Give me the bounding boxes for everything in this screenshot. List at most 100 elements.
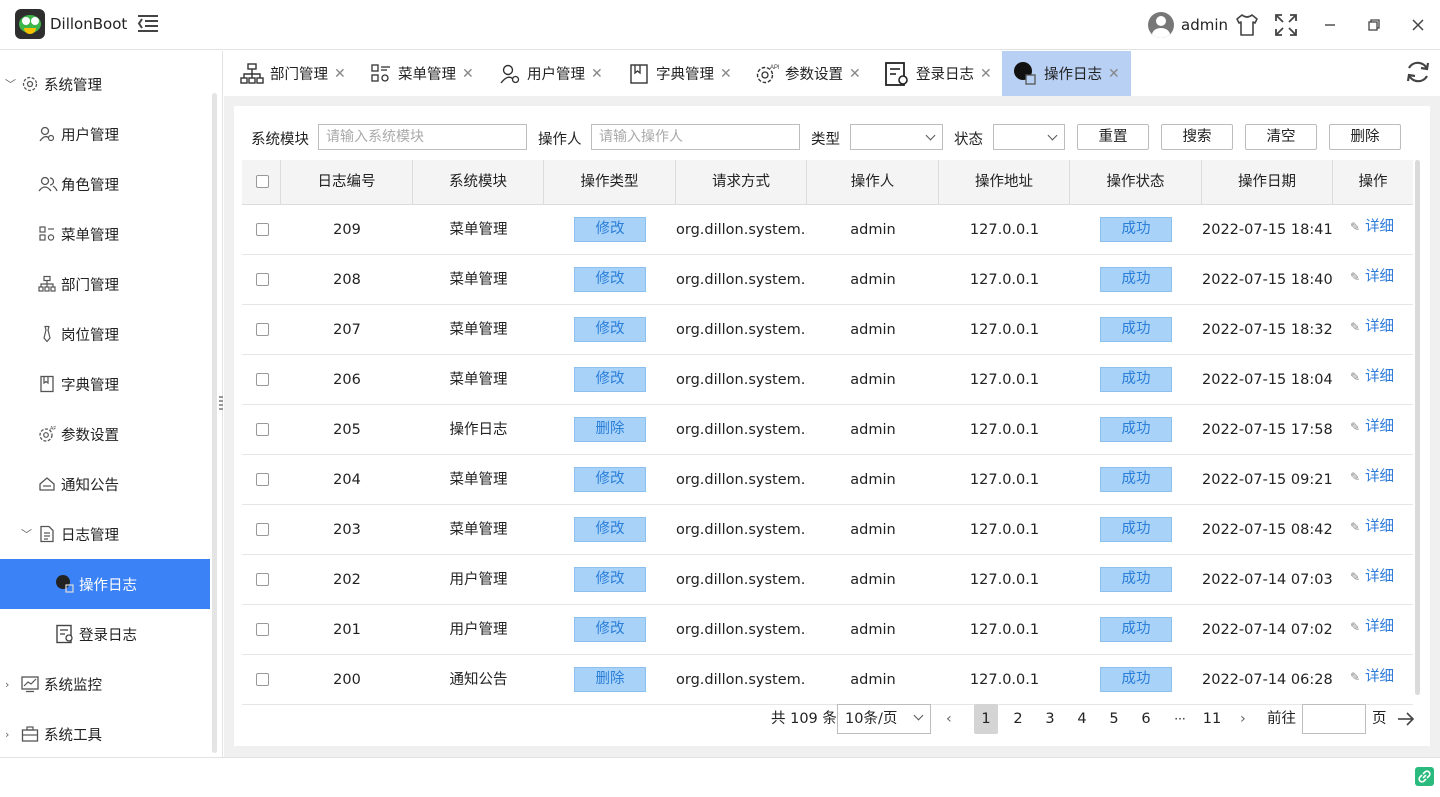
sidebar-resize-handle[interactable] (219, 396, 223, 412)
column-header[interactable]: 操作状态 (1070, 160, 1202, 205)
column-header[interactable]: 请求方式 (676, 160, 807, 205)
menu-toggle-icon[interactable] (134, 10, 162, 38)
type-select[interactable] (850, 124, 943, 150)
detail-link[interactable]: ✎ 详细 (1350, 405, 1394, 450)
table-row[interactable]: 200 通知公告 删除 org.dillon.system.... admin 127.0… (242, 655, 1413, 705)
user-menu[interactable]: admin (1148, 9, 1228, 41)
detail-link[interactable]: ✎ 详细 (1350, 205, 1394, 250)
delete-button[interactable]: 删除 (1329, 124, 1401, 150)
table-row[interactable]: 203 菜单管理 修改 org.dillon.system.... admin 127.0… (242, 505, 1413, 555)
page-number[interactable]: 3 (1038, 704, 1062, 734)
module-filter-input[interactable]: 请输入系统模块 (318, 124, 527, 150)
prev-page-icon[interactable]: ‹ (946, 704, 952, 734)
sidebar-item-posts[interactable]: 岗位管理 (0, 309, 210, 359)
theme-shirt-icon[interactable] (1234, 12, 1260, 38)
column-header[interactable]: 操作地址 (939, 160, 1070, 205)
table-scrollbar[interactable] (1415, 160, 1420, 695)
close-icon[interactable]: ✕ (334, 66, 346, 82)
detail-link[interactable]: ✎ 详细 (1350, 605, 1394, 650)
close-icon[interactable]: ✕ (720, 66, 732, 82)
link-icon[interactable] (1415, 767, 1434, 786)
close-icon[interactable]: ✕ (1108, 66, 1120, 82)
detail-link[interactable]: ✎ 详细 (1350, 355, 1394, 400)
row-checkbox[interactable] (256, 573, 269, 586)
row-checkbox[interactable] (256, 523, 269, 536)
table-row[interactable]: 204 菜单管理 修改 org.dillon.system.... admin 127.0… (242, 455, 1413, 505)
goto-arrow-icon[interactable] (1396, 710, 1416, 728)
page-number[interactable]: 2 (1006, 704, 1030, 734)
column-header[interactable]: 操作 (1333, 160, 1413, 205)
select-all-checkbox[interactable] (256, 175, 269, 188)
row-checkbox[interactable] (256, 323, 269, 336)
page-size-select[interactable]: 10条/页 (837, 704, 931, 734)
sidebar-group-monitor[interactable]: › 系统监控 (0, 659, 210, 709)
column-header[interactable]: 操作类型 (544, 160, 676, 205)
next-page-icon[interactable]: › (1240, 704, 1246, 734)
column-header[interactable]: 操作人 (807, 160, 939, 205)
row-checkbox[interactable] (256, 273, 269, 286)
row-checkbox[interactable] (256, 673, 269, 686)
detail-link[interactable]: ✎ 详细 (1350, 455, 1394, 500)
page-number[interactable]: 1 (974, 704, 998, 734)
fullscreen-icon[interactable] (1273, 12, 1299, 38)
detail-link[interactable]: ✎ 详细 (1350, 655, 1394, 700)
page-number[interactable]: 5 (1102, 704, 1126, 734)
table-row[interactable]: 207 菜单管理 修改 org.dillon.system.... admin 127.0… (242, 305, 1413, 355)
sidebar-item-oper-log[interactable]: 操作日志 (0, 559, 210, 609)
tab-oper-log[interactable]: 操作日志 ✕ (1002, 51, 1131, 96)
close-window-icon[interactable] (1405, 12, 1431, 38)
sidebar-item-login-log[interactable]: 登录日志 (0, 609, 210, 659)
refresh-icon[interactable] (1404, 58, 1432, 86)
tab-login-log[interactable]: 登录日志 ✕ (884, 51, 992, 96)
column-header[interactable]: 操作日期 (1202, 160, 1333, 205)
row-checkbox[interactable] (256, 623, 269, 636)
sidebar-scrollbar[interactable] (212, 93, 217, 753)
sidebar-item-users[interactable]: 用户管理 (0, 109, 210, 159)
table-row[interactable]: 209 菜单管理 修改 org.dillon.system.... admin 127.0… (242, 205, 1413, 255)
sidebar-item-menus[interactable]: 菜单管理 (0, 209, 210, 259)
tab-user[interactable]: 用户管理 ✕ (499, 51, 603, 96)
column-header[interactable]: 系统模块 (413, 160, 544, 205)
close-icon[interactable]: ✕ (591, 66, 603, 82)
column-header[interactable]: 日志编号 (281, 160, 413, 205)
page-number[interactable]: 6 (1134, 704, 1158, 734)
detail-link[interactable]: ✎ 详细 (1350, 305, 1394, 350)
sidebar-item-dict[interactable]: 字典管理 (0, 359, 210, 409)
tab-config[interactable]: APP 参数设置 ✕ (755, 51, 861, 96)
clear-button[interactable]: 清空 (1245, 124, 1317, 150)
close-icon[interactable]: ✕ (980, 66, 992, 82)
sidebar-group-logs[interactable]: ﹀ 日志管理 (0, 509, 210, 559)
row-checkbox[interactable] (256, 223, 269, 236)
sidebar-item-depts[interactable]: 部门管理 (0, 259, 210, 309)
table-row[interactable]: 206 菜单管理 修改 org.dillon.system.... admin 127.0… (242, 355, 1413, 405)
page-number[interactable]: 11 (1200, 704, 1224, 734)
table-row[interactable]: 205 操作日志 删除 org.dillon.system.... admin 127.0… (242, 405, 1413, 455)
row-checkbox[interactable] (256, 473, 269, 486)
detail-link[interactable]: ✎ 详细 (1350, 255, 1394, 300)
restore-icon[interactable] (1361, 12, 1387, 38)
sidebar-item-notice[interactable]: 通知公告 (0, 459, 210, 509)
row-checkbox[interactable] (256, 373, 269, 386)
reset-button[interactable]: 重置 (1077, 124, 1149, 150)
table-row[interactable]: 202 用户管理 修改 org.dillon.system.... admin 127.0… (242, 555, 1413, 605)
operator-filter-input[interactable]: 请输入操作人 (591, 124, 800, 150)
goto-page-input[interactable] (1302, 704, 1366, 734)
table-row[interactable]: 208 菜单管理 修改 org.dillon.system.... admin 127.0… (242, 255, 1413, 305)
close-icon[interactable]: ✕ (849, 66, 861, 82)
row-checkbox[interactable] (256, 423, 269, 436)
close-icon[interactable]: ✕ (462, 66, 474, 82)
table-row[interactable]: 201 用户管理 修改 org.dillon.system.... admin 127.0… (242, 605, 1413, 655)
minimize-icon[interactable] (1317, 12, 1343, 38)
sidebar-group-system[interactable]: ﹀ 系统管理 (0, 59, 210, 109)
search-button[interactable]: 搜索 (1161, 124, 1233, 150)
sidebar-item-config[interactable]: APP 参数设置 (0, 409, 210, 459)
tab-dept[interactable]: 部门管理 ✕ (240, 51, 346, 96)
tab-menu[interactable]: 菜单管理 ✕ (370, 51, 474, 96)
page-ellipsis[interactable]: ··· (1168, 704, 1192, 734)
detail-link[interactable]: ✎ 详细 (1350, 555, 1394, 600)
sidebar-item-roles[interactable]: 角色管理 (0, 159, 210, 209)
tab-dict[interactable]: 字典管理 ✕ (628, 51, 732, 96)
page-number[interactable]: 4 (1070, 704, 1094, 734)
detail-link[interactable]: ✎ 详细 (1350, 505, 1394, 550)
sidebar-group-tools[interactable]: › 系统工具 (0, 709, 210, 757)
